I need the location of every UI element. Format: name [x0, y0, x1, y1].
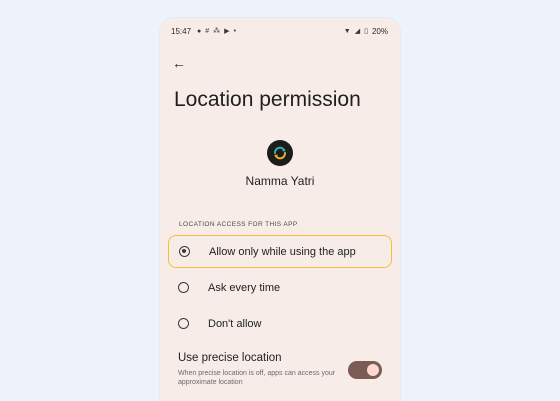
option-ask-every-time[interactable]: Ask every time: [168, 271, 392, 304]
precise-location-toggle[interactable]: [348, 361, 382, 379]
app-logo-svg: [274, 146, 286, 160]
youtube-icon: ▶: [224, 27, 230, 35]
status-bar-left: 15:47 ● # ⁂ ▶ •: [171, 27, 236, 36]
battery-icon: ▯: [364, 27, 368, 35]
status-bar-right: ▼ ◢ ▯ 20%: [344, 27, 388, 36]
battery-level: 20%: [371, 26, 388, 36]
background-frame: 15:47 ● # ⁂ ▶ • ▼ ◢ ▯ 20% ← Location per…: [0, 0, 560, 401]
option-label: Ask every time: [208, 281, 281, 294]
back-arrow-icon[interactable]: ←: [170, 54, 188, 72]
option-label: Don't allow: [208, 317, 262, 330]
option-allow-while-using[interactable]: Allow only while using the app: [168, 235, 392, 268]
radio-checked-icon[interactable]: [179, 246, 190, 257]
precise-location-title: Use precise location: [178, 352, 282, 364]
grid-icon: #: [205, 27, 210, 35]
option-dont-allow[interactable]: Don't allow: [168, 307, 392, 340]
sync-arrows-icon: [267, 140, 293, 166]
toggle-knob: [367, 364, 379, 376]
option-label: Allow only while using the app: [209, 245, 356, 258]
status-time: 15:47: [171, 26, 192, 36]
radio-unchecked-icon[interactable]: [178, 282, 189, 293]
precise-location-description: When precise location is off, apps can a…: [178, 370, 336, 387]
page-title: Location permission: [174, 88, 361, 111]
hash-icon: ⁂: [213, 27, 221, 35]
chat-bubble-icon: ●: [197, 27, 202, 35]
signal-icon: ◢: [354, 27, 361, 35]
dot-icon: •: [233, 27, 237, 35]
radio-unchecked-icon[interactable]: [178, 318, 189, 329]
wifi-icon: ▼: [343, 27, 351, 35]
app-name: Namma Yatri: [245, 174, 315, 188]
phone-screen: 15:47 ● # ⁂ ▶ • ▼ ◢ ▯ 20% ← Location per…: [160, 18, 400, 401]
status-bar: 15:47 ● # ⁂ ▶ • ▼ ◢ ▯ 20%: [160, 18, 400, 44]
section-label: LOCATION ACCESS FOR THIS APP: [179, 221, 298, 228]
